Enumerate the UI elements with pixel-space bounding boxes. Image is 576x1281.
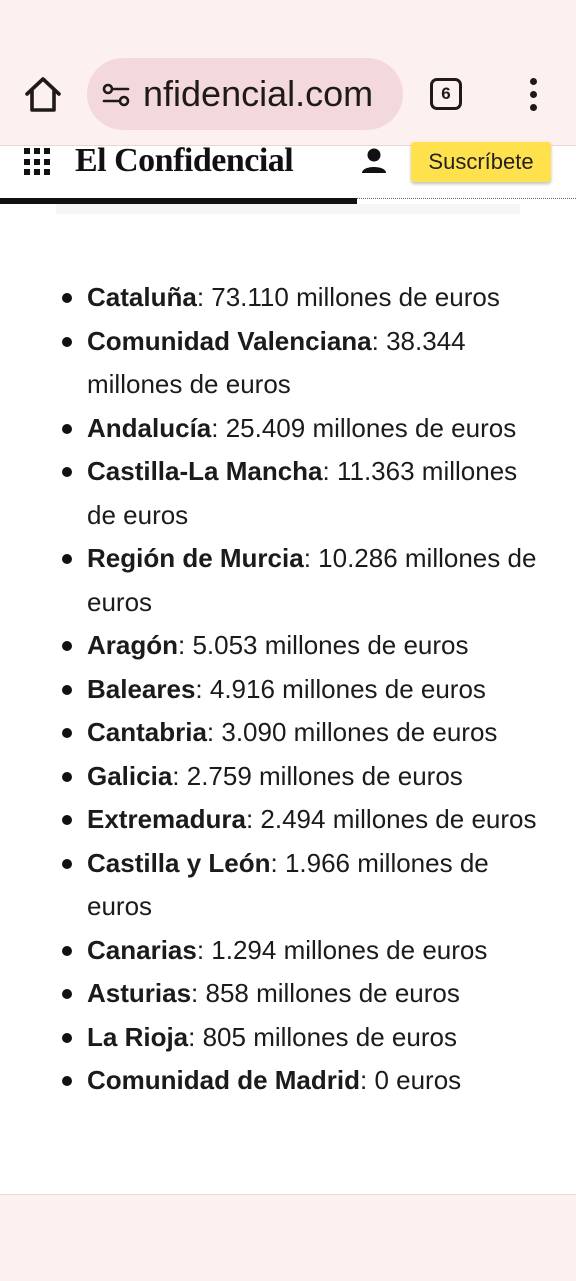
list-item: Castilla-La Mancha: 11.363 millones de e… (0, 450, 576, 537)
region-name: Región de Murcia (87, 543, 304, 573)
list-item: Cantabria: 3.090 millones de euros (0, 711, 576, 755)
list-item: Cataluña: 73.110 millones de euros (0, 276, 576, 320)
region-name: Asturias (87, 978, 192, 1008)
region-name: Cataluña (87, 282, 197, 312)
region-amount: : 25.409 millones de euros (211, 412, 517, 443)
list-item: Asturias: 858 millones de euros (0, 972, 576, 1016)
region-amount: : 0 euros (360, 1065, 462, 1095)
region-name: Canarias (87, 934, 197, 965)
region-name: Andalucía (87, 412, 212, 443)
url-text[interactable]: nfidencial.com (143, 72, 373, 116)
list-item: Comunidad Valenciana: 38.344 millones de… (0, 320, 576, 407)
list-item: La Rioja: 805 millones de euros (0, 1016, 576, 1060)
region-name: Aragón (87, 630, 178, 660)
site-header: El Confidencial Suscríbete (0, 142, 576, 200)
list-item: Baleares: 4.916 millones de euros (0, 668, 576, 712)
list-item: Comunidad de Madrid: 0 euros (0, 1059, 576, 1103)
list-item: Galicia: 2.759 millones de euros (0, 755, 576, 799)
user-account-icon[interactable] (360, 146, 388, 176)
browser-toolbar: nfidencial.com 6 (0, 0, 576, 146)
region-name: Comunidad Valenciana (87, 325, 372, 356)
region-amount: : 5.053 millones de euros (178, 630, 469, 660)
region-debt-list: Cataluña: 73.110 millones de euros Comuni… (0, 276, 576, 1103)
region-amount: : 73.110 millones de euros (196, 282, 500, 312)
region-name: Castilla-La Mancha (87, 456, 323, 486)
region-name: Comunidad de Madrid (87, 1065, 360, 1095)
tab-switcher-button[interactable]: 6 (430, 78, 462, 110)
region-amount: : 4.916 millones de euros (195, 673, 486, 704)
region-name: La Rioja (87, 1021, 189, 1052)
region-amount: : 2.759 millones de euros (172, 760, 463, 791)
address-bar[interactable]: nfidencial.com (87, 58, 403, 130)
region-name: Extremadura (87, 804, 246, 834)
list-item: Castilla y León: 1.966 millones de euros (0, 842, 576, 929)
list-item: Aragón: 5.053 millones de euros (0, 624, 576, 668)
more-options-icon[interactable] (521, 74, 545, 114)
list-item: Región de Murcia: 10.286 millones de eur… (0, 537, 576, 624)
list-item: Extremadura: 2.494 millones de euros (0, 798, 576, 842)
home-icon[interactable] (22, 74, 64, 116)
region-name: Galicia (87, 760, 173, 791)
region-amount: : 805 millones de euros (188, 1021, 457, 1052)
ad-placeholder (56, 204, 520, 214)
bottom-navigation-area (0, 1194, 576, 1281)
sections-menu-icon[interactable] (24, 148, 52, 176)
list-item: Canarias: 1.294 millones de euros (0, 929, 576, 973)
region-name: Castilla y León (87, 847, 271, 878)
region-amount: : 858 millones de euros (191, 978, 460, 1008)
region-name: Cantabria (87, 717, 207, 747)
region-amount: : 3.090 millones de euros (206, 717, 498, 747)
site-settings-icon[interactable] (101, 81, 131, 109)
region-name: Baleares (87, 673, 196, 704)
site-logo[interactable]: El Confidencial (75, 142, 294, 180)
region-amount: : 2.494 millones de euros (245, 804, 537, 834)
list-item: Andalucía: 25.409 millones de euros (0, 407, 576, 451)
region-amount: : 1.294 millones de euros (196, 934, 488, 965)
subscribe-button[interactable]: Suscríbete (411, 142, 551, 182)
